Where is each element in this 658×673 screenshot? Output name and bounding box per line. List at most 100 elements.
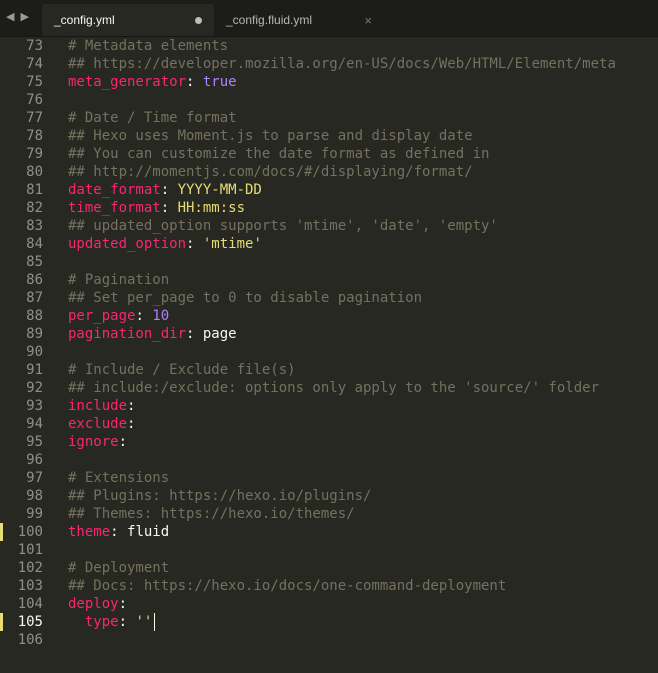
- line-code: date_format: YYYY-MM-DD: [68, 181, 262, 199]
- tab-config-yml[interactable]: _config.yml: [42, 4, 214, 36]
- line-code: ## updated_option supports 'mtime', 'dat…: [68, 217, 498, 235]
- unsaved-dot-icon[interactable]: [195, 16, 202, 24]
- code-editor[interactable]: 73 # Metadata elements 74 ## https://develo…: [0, 37, 658, 673]
- line-number: 86: [26, 272, 43, 288]
- line-code: theme: fluid: [68, 523, 169, 541]
- comment-text: # Deployment: [68, 560, 170, 576]
- code-line[interactable]: 77 # Date / Time format: [0, 109, 658, 127]
- line-code: ignore:: [68, 433, 127, 451]
- line-code: # Date / Time format: [68, 109, 237, 127]
- line-number: 95: [26, 434, 43, 450]
- line-code: # Include / Exclude file(s): [68, 361, 296, 379]
- code-line[interactable]: 94 exclude:: [0, 415, 658, 433]
- code-line[interactable]: 100 theme: fluid: [0, 523, 658, 541]
- line-code: pagination_dir: page: [68, 325, 237, 343]
- code-line[interactable]: 98 ## Plugins: https://hexo.io/plugins/: [0, 487, 658, 505]
- line-number: 94: [26, 416, 43, 432]
- line-code: ## https://developer.mozilla.org/en-US/d…: [68, 55, 616, 73]
- line-number: 74: [26, 56, 43, 72]
- line-number: 87: [26, 290, 43, 306]
- code-line[interactable]: 90: [0, 343, 658, 361]
- line-number: 106: [17, 632, 43, 648]
- comment-text: # Include / Exclude file(s): [68, 362, 296, 378]
- code-line[interactable]: 79 ## You can customize the date format a…: [0, 145, 658, 163]
- line-number: 103: [17, 578, 43, 594]
- line-number: 100: [17, 524, 43, 540]
- code-line[interactable]: 85: [0, 253, 658, 271]
- line-code: ## include:/exclude: options only apply …: [68, 379, 599, 397]
- arrow-right-icon[interactable]: ▶: [20, 10, 28, 26]
- yaml-separator: :: [127, 398, 136, 414]
- line-code: ## Set per_page to 0 to disable paginati…: [68, 289, 422, 307]
- yaml-separator: :: [186, 326, 203, 342]
- text-cursor: [154, 613, 156, 631]
- code-line[interactable]: 82 time_format: HH:mm:ss: [0, 199, 658, 217]
- yaml-separator: :: [135, 308, 153, 324]
- yaml-separator: :: [186, 236, 203, 252]
- line-code: meta_generator: true: [68, 73, 237, 91]
- code-line[interactable]: 75 meta_generator: true: [0, 73, 658, 91]
- comment-text: ## https://developer.mozilla.org/en-US/d…: [68, 56, 616, 72]
- code-line[interactable]: 78 ## Hexo uses Moment.js to parse and di…: [0, 127, 658, 145]
- comment-text: ## Themes: https://hexo.io/themes/: [68, 506, 355, 522]
- yaml-key: theme: [68, 524, 111, 540]
- code-line[interactable]: 96: [0, 451, 658, 469]
- code-line[interactable]: 105 type: '': [0, 613, 658, 631]
- close-icon[interactable]: ×: [364, 13, 372, 28]
- code-line[interactable]: 84 updated_option: 'mtime': [0, 235, 658, 253]
- code-line[interactable]: 76: [0, 91, 658, 109]
- yaml-separator: :: [186, 74, 203, 90]
- code-line[interactable]: 99 ## Themes: https://hexo.io/themes/: [0, 505, 658, 523]
- line-number: 102: [17, 560, 43, 576]
- yaml-key: per_page: [68, 308, 136, 324]
- code-line[interactable]: 87 ## Set per_page to 0 to disable pagina…: [0, 289, 658, 307]
- code-line[interactable]: 93 include:: [0, 397, 658, 415]
- line-number: 97: [26, 470, 43, 486]
- line-number: 98: [26, 488, 43, 504]
- line-number: 96: [26, 452, 43, 468]
- tab-label: _config.yml: [54, 13, 115, 27]
- code-line[interactable]: 81 date_format: YYYY-MM-DD: [0, 181, 658, 199]
- arrow-left-icon[interactable]: ◀: [6, 10, 14, 26]
- line-number: 77: [26, 110, 43, 126]
- code-line[interactable]: 92 ## include:/exclude: options only appl…: [0, 379, 658, 397]
- yaml-key: pagination_dir: [68, 326, 187, 342]
- line-code: include:: [68, 397, 135, 415]
- yaml-key: time_format: [68, 200, 161, 216]
- line-number: 101: [17, 542, 43, 558]
- code-line[interactable]: 101: [0, 541, 658, 559]
- line-number: 105: [17, 614, 43, 630]
- line-number: 79: [26, 146, 43, 162]
- code-line[interactable]: 74 ## https://developer.mozilla.org/en-US…: [0, 55, 658, 73]
- code-line[interactable]: 97 # Extensions: [0, 469, 658, 487]
- line-code: exclude:: [68, 415, 135, 433]
- yaml-key: updated_option: [68, 236, 187, 252]
- comment-text: ## Plugins: https://hexo.io/plugins/: [68, 488, 372, 504]
- line-number: 104: [17, 596, 43, 612]
- line-number: 89: [26, 326, 43, 342]
- code-line[interactable]: 103 ## Docs: https://hexo.io/docs/one-com…: [0, 577, 658, 595]
- line-code: # Deployment: [68, 559, 169, 577]
- tab-config-fluid-yml[interactable]: _config.fluid.yml ×: [214, 4, 384, 36]
- code-line[interactable]: 104 deploy:: [0, 595, 658, 613]
- code-line[interactable]: 80 ## http://momentjs.com/docs/#/displayi…: [0, 163, 658, 181]
- code-line[interactable]: 73 # Metadata elements: [0, 37, 658, 55]
- code-line[interactable]: 89 pagination_dir: page: [0, 325, 658, 343]
- code-line[interactable]: 106: [0, 631, 658, 649]
- modified-line-marker: [0, 613, 3, 631]
- yaml-key: deploy: [68, 596, 119, 612]
- line-code: deploy:: [68, 595, 127, 613]
- comment-text: ## Hexo uses Moment.js to parse and disp…: [68, 128, 473, 144]
- comment-text: ## include:/exclude: options only apply …: [68, 380, 600, 396]
- yaml-value: YYYY-MM-DD: [177, 182, 262, 198]
- code-line[interactable]: 95 ignore:: [0, 433, 658, 451]
- line-number: 78: [26, 128, 43, 144]
- yaml-key: type: [84, 614, 119, 630]
- code-line[interactable]: 86 # Pagination: [0, 271, 658, 289]
- code-line[interactable]: 102 # Deployment: [0, 559, 658, 577]
- code-line[interactable]: 83 ## updated_option supports 'mtime', 'd…: [0, 217, 658, 235]
- yaml-value: true: [202, 74, 237, 90]
- line-code: # Metadata elements: [68, 37, 228, 55]
- code-line[interactable]: 88 per_page: 10: [0, 307, 658, 325]
- code-line[interactable]: 91 # Include / Exclude file(s): [0, 361, 658, 379]
